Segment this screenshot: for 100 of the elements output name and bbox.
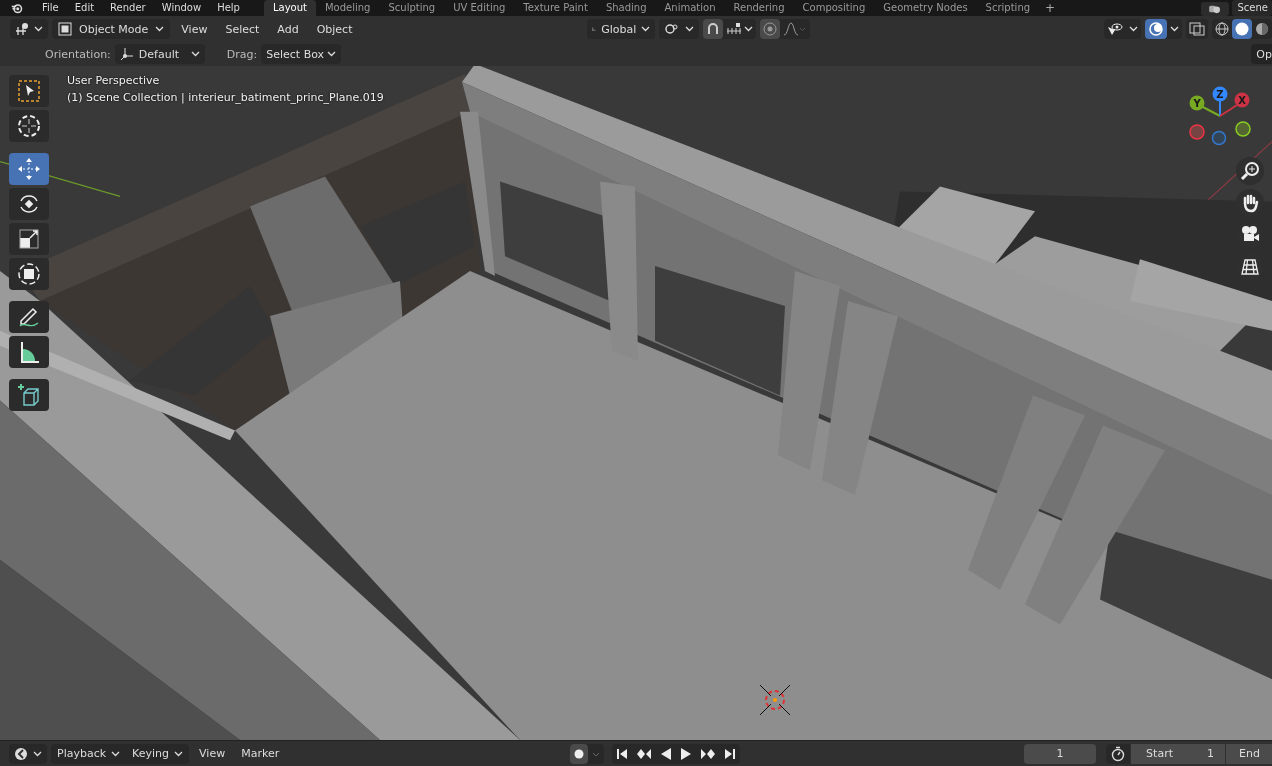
z-axis-handle[interactable]: Z bbox=[1212, 86, 1228, 102]
chevron-down-icon bbox=[641, 26, 651, 32]
view-name-label: User Perspective bbox=[67, 74, 161, 87]
drag-dropdown[interactable]: Select Box bbox=[261, 44, 342, 64]
chevron-down-icon bbox=[155, 26, 165, 32]
workspace-tab[interactable]: Scripting bbox=[976, 0, 1040, 16]
eye-pointer-icon bbox=[1107, 22, 1123, 36]
record-dot-icon bbox=[572, 747, 585, 760]
orientation-dropdown[interactable]: Default bbox=[114, 44, 205, 64]
pivot-icon bbox=[664, 22, 681, 36]
play-reverse-icon bbox=[659, 747, 672, 760]
workspace-tab[interactable]: Rendering bbox=[724, 0, 794, 16]
workspace-tab[interactable]: UV Editing bbox=[444, 0, 515, 16]
chevron-down-icon bbox=[744, 26, 754, 32]
collection-label: (1) Scene Collection | interieur_batiment_princ_Plane.019 bbox=[67, 91, 384, 104]
workspace-tab[interactable]: Shading bbox=[596, 0, 656, 16]
overlay-toggle[interactable] bbox=[1145, 19, 1167, 39]
measure-tool-button[interactable] bbox=[9, 336, 49, 368]
header-menu[interactable]: Select bbox=[218, 22, 267, 36]
rotate-icon bbox=[17, 192, 41, 216]
timeline-menu[interactable]: View bbox=[193, 747, 232, 760]
solid-shading-button[interactable] bbox=[1232, 19, 1252, 39]
negative-y-axis-handle[interactable] bbox=[1235, 121, 1251, 137]
workspace-tab[interactable]: Compositing bbox=[793, 0, 875, 16]
drag-label: Drag: bbox=[226, 47, 258, 61]
record-toggle[interactable] bbox=[569, 743, 588, 764]
wireframe-shading-button[interactable] bbox=[1212, 19, 1232, 39]
overlay-circles-icon bbox=[1148, 22, 1164, 36]
grid-icon bbox=[1240, 257, 1260, 277]
move-tool-button[interactable] bbox=[9, 153, 49, 185]
header-menu[interactable]: Add bbox=[270, 22, 306, 36]
select-tool-button[interactable] bbox=[9, 75, 49, 107]
editor-type-button[interactable] bbox=[10, 19, 48, 39]
chevron-down-icon bbox=[33, 750, 42, 757]
scene-icon bbox=[1206, 4, 1223, 14]
snap-increment-icon bbox=[726, 22, 742, 36]
solid-sphere-icon bbox=[1235, 22, 1249, 36]
xray-toggle[interactable] bbox=[1186, 19, 1208, 39]
next-keyframe-icon bbox=[699, 747, 716, 760]
workspace-tab[interactable]: Geometry Nodes bbox=[874, 0, 977, 16]
chevron-down-icon bbox=[1129, 26, 1138, 32]
annotate-tool-button[interactable] bbox=[9, 301, 49, 333]
chevron-down-icon bbox=[190, 51, 200, 57]
add-workspace-button[interactable]: + bbox=[1039, 0, 1062, 16]
editor-type-button[interactable] bbox=[9, 743, 47, 764]
scene-name-field[interactable]: Scene bbox=[1231, 0, 1272, 16]
workspace-tab[interactable]: Sculpting bbox=[379, 0, 445, 16]
workspace-tab[interactable]: Modeling bbox=[315, 0, 380, 16]
3d-cursor-icon bbox=[758, 683, 792, 717]
y-axis-handle[interactable]: Y bbox=[1189, 95, 1205, 111]
current-frame-field[interactable]: 1 bbox=[1024, 743, 1097, 764]
negative-x-axis-handle[interactable] bbox=[1189, 124, 1205, 140]
proportional-edit-toggle[interactable] bbox=[760, 19, 781, 39]
scale-tool-button[interactable] bbox=[9, 223, 49, 255]
menu-item[interactable]: Help bbox=[209, 0, 248, 16]
falloff-curve-icon bbox=[783, 22, 808, 36]
axes-grid-icon bbox=[15, 22, 29, 36]
timeline-menu-dropdown[interactable]: Playback bbox=[51, 743, 127, 764]
chevron-down-icon bbox=[685, 26, 695, 32]
timeline-menu-dropdown[interactable]: Keying bbox=[126, 743, 190, 764]
start-frame-field[interactable]: Start 1 bbox=[1131, 743, 1226, 764]
transform-orientation-dropdown[interactable]: Global bbox=[587, 19, 656, 39]
material-sphere-icon bbox=[1255, 22, 1269, 36]
header-menu[interactable]: Object bbox=[309, 22, 360, 36]
menu-item[interactable]: Render bbox=[102, 0, 154, 16]
orientation-label: Orientation: bbox=[45, 47, 111, 61]
menu-item[interactable]: Window bbox=[153, 0, 210, 16]
zoom-button[interactable] bbox=[1236, 157, 1264, 185]
chevron-down-icon bbox=[111, 750, 121, 757]
add-cube-tool-button[interactable] bbox=[9, 379, 49, 411]
menu-item[interactable]: File bbox=[34, 0, 67, 16]
object-mode-icon bbox=[58, 22, 72, 36]
end-frame-field[interactable]: End bbox=[1226, 743, 1272, 764]
pivot-dropdown[interactable] bbox=[659, 19, 700, 39]
options-button[interactable]: Op bbox=[1251, 44, 1272, 64]
jump-start-icon bbox=[615, 747, 628, 760]
mode-dropdown[interactable]: Object Mode bbox=[52, 19, 171, 39]
transform-tool-button[interactable] bbox=[9, 258, 49, 290]
wireframe-sphere-icon bbox=[1215, 22, 1229, 36]
rotate-tool-button[interactable] bbox=[9, 188, 49, 220]
chevron-down-icon bbox=[1170, 26, 1179, 32]
menu-item[interactable]: Edit bbox=[66, 0, 103, 16]
workspace-tab[interactable]: Texture Paint bbox=[514, 0, 597, 16]
timeline-menu[interactable]: Marker bbox=[235, 747, 286, 760]
add-cube-icon bbox=[17, 383, 41, 407]
snap-toggle[interactable] bbox=[703, 19, 724, 39]
previous-keyframe-icon bbox=[635, 747, 652, 760]
pencil-icon bbox=[17, 305, 41, 329]
scene-selector[interactable] bbox=[1200, 2, 1229, 16]
xray-squares-icon bbox=[1189, 22, 1205, 36]
header-menu[interactable]: View bbox=[174, 22, 215, 36]
move-arrows-icon bbox=[17, 157, 41, 181]
negative-z-axis-handle[interactable] bbox=[1211, 130, 1227, 146]
cursor-tool-button[interactable] bbox=[9, 110, 49, 142]
workspace-tab[interactable]: Animation bbox=[655, 0, 725, 16]
auto-keying-button[interactable] bbox=[1106, 743, 1131, 764]
axes-icon bbox=[119, 47, 134, 61]
chevron-down-icon bbox=[327, 51, 337, 57]
blender-logo-icon[interactable] bbox=[10, 2, 24, 14]
workspace-tab[interactable]: Layout bbox=[263, 0, 316, 16]
